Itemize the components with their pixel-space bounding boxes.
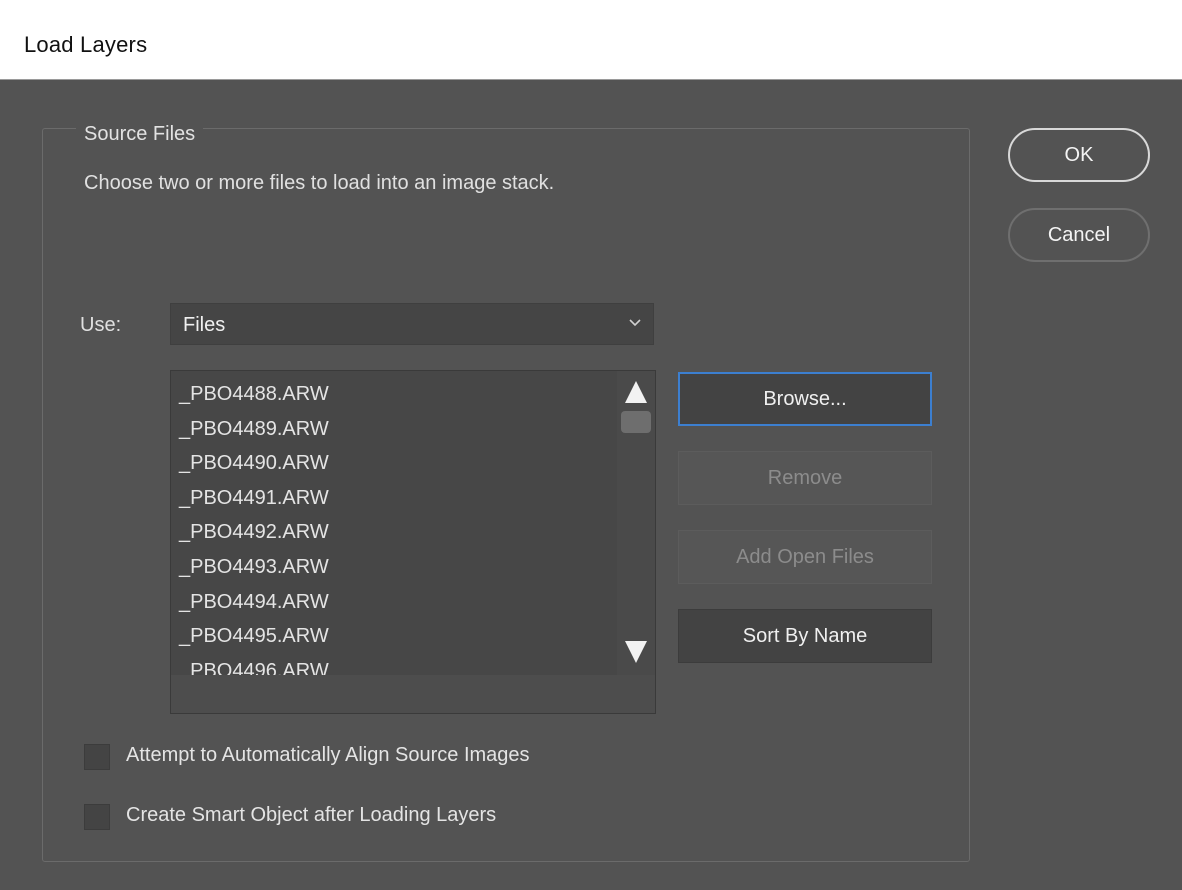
list-item[interactable]: _PBO4490.ARW <box>177 446 617 481</box>
smart-object-checkbox[interactable] <box>84 804 110 830</box>
title-bar: Load Layers <box>0 0 1182 80</box>
list-item[interactable]: _PBO4495.ARW <box>177 619 617 654</box>
browse-button[interactable]: Browse... <box>678 372 932 426</box>
list-item[interactable]: _PBO4494.ARW <box>177 585 617 620</box>
add-open-files-button[interactable]: Add Open Files <box>678 530 932 584</box>
remove-button[interactable]: Remove <box>678 451 932 505</box>
file-list-footer <box>171 675 655 713</box>
load-layers-dialog: Load Layers Source Files Choose two or m… <box>0 0 1182 890</box>
list-item[interactable]: _PBO4492.ARW <box>177 515 617 550</box>
window-edge <box>0 80 8 890</box>
list-item[interactable]: _PBO4489.ARW <box>177 412 617 447</box>
list-item[interactable]: _PBO4488.ARW <box>177 377 617 412</box>
scroll-down-arrow-icon[interactable] <box>623 639 649 665</box>
source-files-description: Choose two or more files to load into an… <box>84 172 555 194</box>
align-images-checkbox[interactable] <box>84 744 110 770</box>
chevron-down-icon <box>629 319 641 327</box>
sort-by-name-button[interactable]: Sort By Name <box>678 609 932 663</box>
source-files-legend: Source Files <box>76 123 204 146</box>
ok-button[interactable]: OK <box>1008 128 1150 182</box>
use-label: Use: <box>80 314 122 336</box>
smart-object-label[interactable]: Create Smart Object after Loading Layers <box>126 804 496 827</box>
list-item[interactable]: _PBO4491.ARW <box>177 481 617 516</box>
file-list-scrollbar[interactable] <box>617 371 655 675</box>
align-images-label[interactable]: Attempt to Automatically Align Source Im… <box>126 744 530 767</box>
use-select-value: Files <box>183 314 226 336</box>
scroll-up-arrow-icon[interactable] <box>623 379 649 405</box>
use-select[interactable]: Files <box>170 303 654 345</box>
list-item[interactable]: _PBO4493.ARW <box>177 550 617 585</box>
file-list-items: _PBO4488.ARW _PBO4489.ARW _PBO4490.ARW _… <box>177 377 617 688</box>
scroll-thumb[interactable] <box>621 411 651 433</box>
cancel-button[interactable]: Cancel <box>1008 208 1150 262</box>
dialog-title: Load Layers <box>24 32 148 57</box>
file-list[interactable]: _PBO4488.ARW _PBO4489.ARW _PBO4490.ARW _… <box>170 370 656 714</box>
